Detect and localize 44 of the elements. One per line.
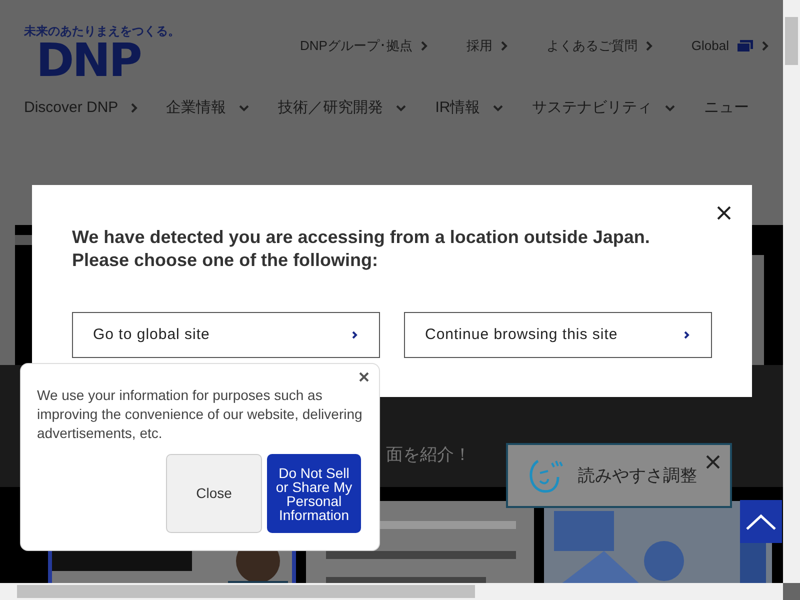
nav-item[interactable]: サステナビリティ xyxy=(532,97,676,120)
close-button[interactable] xyxy=(359,372,369,382)
option-button[interactable]: Continue browsing this site xyxy=(404,312,712,358)
close-icon xyxy=(716,205,732,221)
chevron-down-icon xyxy=(664,103,676,114)
accessibility-widget[interactable]: 読みやすさ調整 xyxy=(506,443,732,508)
chevron-right-icon xyxy=(761,40,769,51)
close-button[interactable] xyxy=(716,205,732,221)
option-button[interactable]: Go to global site xyxy=(72,312,380,358)
widget-label: 読みやすさ調整 xyxy=(578,464,697,487)
header-link[interactable]: DNPグループ･拠点 xyxy=(300,36,428,56)
vertical-scrollbar[interactable] xyxy=(783,0,800,583)
chevron-down-icon xyxy=(238,103,250,114)
caret-up-icon xyxy=(746,514,776,530)
section-heading: 面を紹介！ xyxy=(386,444,471,466)
header-link[interactable]: Global xyxy=(691,36,769,56)
windows-icon xyxy=(737,40,753,52)
cookie-message: We use your information for purposes such as improving the convenience of our website, delivering advertisements, etc. xyxy=(37,386,364,443)
scrollbar-thumb[interactable] xyxy=(17,585,475,598)
nav-item[interactable]: ニュー xyxy=(704,97,750,120)
nav-item[interactable]: Discover DNP xyxy=(24,97,138,120)
opt-out-button[interactable]: Do Not Sell or Share My Personal Information xyxy=(267,454,361,533)
chevron-down-icon xyxy=(492,103,504,114)
scrollbar-thumb[interactable] xyxy=(785,17,798,65)
chevron-right-icon xyxy=(645,40,654,51)
chevron-right-icon xyxy=(130,103,138,114)
close-icon xyxy=(359,372,369,382)
chevron-right-icon xyxy=(683,330,691,340)
dialog-message: We have detected you are accessing from a location outside Japan. Please choose one of the following: xyxy=(72,226,650,272)
chevron-down-icon xyxy=(395,103,408,114)
close-button[interactable]: Close xyxy=(166,454,262,533)
nav-item[interactable]: 技術／研究開発 xyxy=(278,97,408,120)
close-icon xyxy=(706,455,720,469)
header-link[interactable]: 採用 xyxy=(466,36,508,56)
nav-item[interactable]: 企業情報 xyxy=(166,97,250,120)
header-link[interactable]: よくあるご質問 xyxy=(546,36,654,56)
tagline: 未来のあたりまえをつくる。 xyxy=(24,23,180,40)
logo[interactable]: DNP xyxy=(36,38,140,82)
horizontal-scrollbar[interactable] xyxy=(0,583,783,600)
chevron-right-icon xyxy=(500,40,508,51)
chevron-right-icon xyxy=(420,40,428,51)
nav-item[interactable]: IR情報 xyxy=(435,97,504,120)
chevron-right-icon xyxy=(351,330,359,340)
back-to-top-button[interactable] xyxy=(740,500,782,543)
